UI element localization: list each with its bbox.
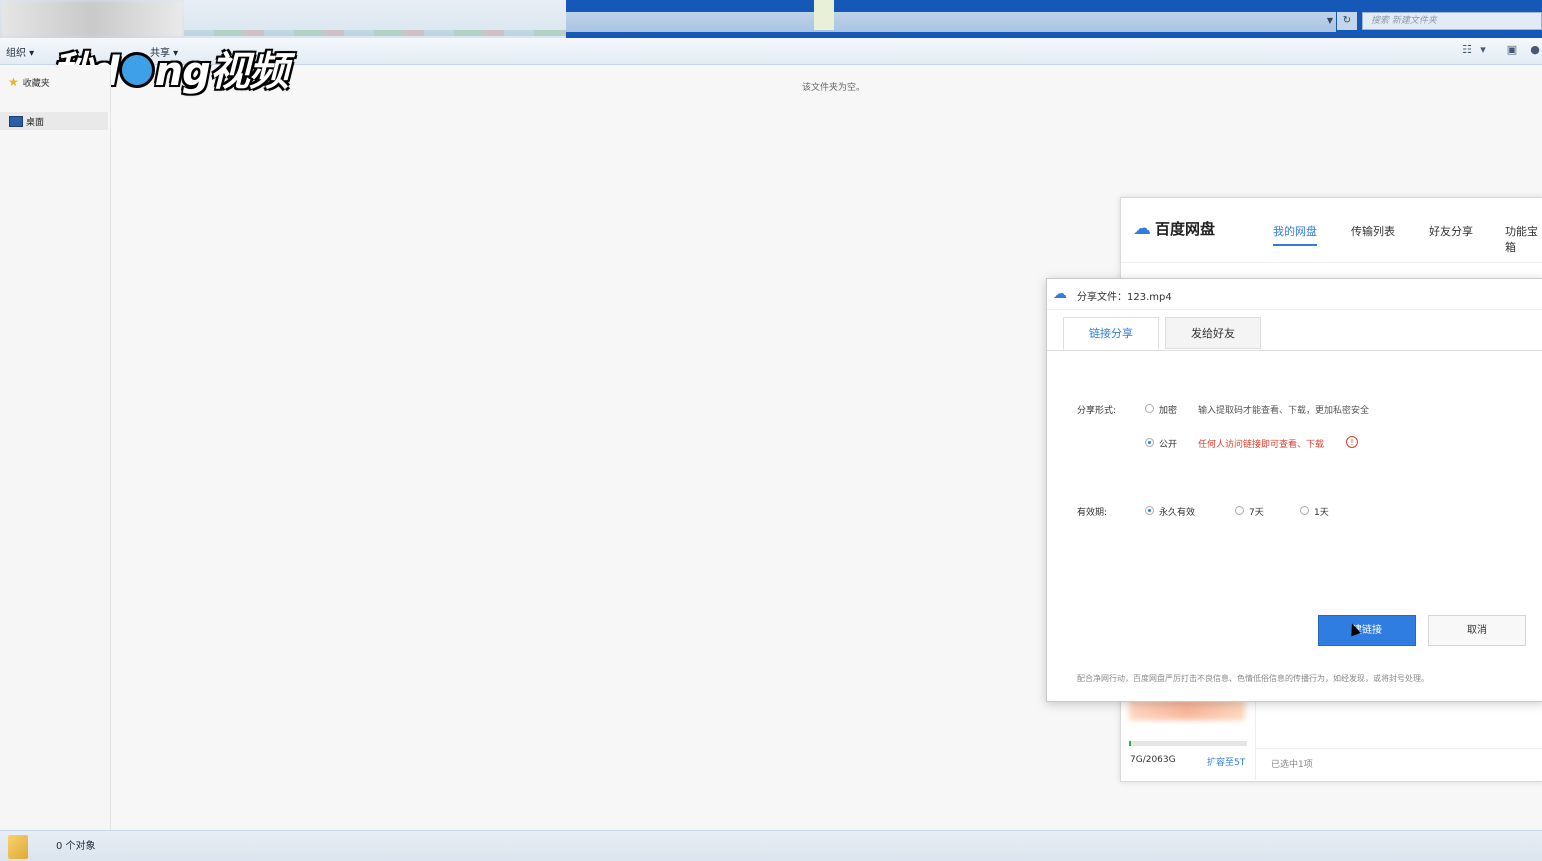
empty-folder-message: 该文件夹为空。 [802, 83, 866, 93]
radio-forever[interactable] [1145, 506, 1154, 515]
quota-progress-fill [1129, 741, 1131, 746]
option-public-desc: 任何人访问链接即可查看、下载 [1198, 440, 1325, 450]
validity-1day-label: 1天 [1314, 508, 1329, 518]
radio-public[interactable] [1145, 438, 1154, 447]
help-icon[interactable]: ● [1528, 43, 1542, 57]
star-icon: ★ [8, 75, 19, 89]
baidu-brand: ☁ 百度网盘 [1133, 218, 1215, 239]
favorites-label: 收藏夹 [22, 79, 50, 89]
view-options-icon[interactable]: ☷ [1460, 43, 1474, 57]
option-public-label: 公开 [1159, 440, 1178, 450]
address-handle [814, 0, 834, 30]
share-tabs: 链接分享 发给好友 [1047, 317, 1542, 351]
nav-friend-share[interactable]: 好友分享 [1429, 223, 1473, 239]
footer-divider [1256, 748, 1542, 749]
address-bar-left [184, 0, 566, 38]
option-private-label: 加密 [1159, 406, 1178, 416]
address-field[interactable] [566, 12, 1336, 32]
share-type-label: 分享形式: [1077, 406, 1117, 416]
view-dropdown-icon[interactable]: ▾ [1476, 43, 1490, 57]
baidu-cloud-icon: ☁ [1133, 218, 1151, 239]
tab-link-share[interactable]: 链接分享 [1063, 317, 1159, 350]
option-private-desc: 输入提取码才能查看、下载，更加私密安全 [1198, 406, 1370, 416]
object-count: 0 个对象 [56, 841, 96, 852]
radio-private[interactable] [1145, 404, 1154, 413]
baidu-cloud-icon: ☁ [1053, 286, 1067, 302]
tab-send-friend[interactable]: 发给好友 [1165, 317, 1261, 349]
sidebar-item-desktop[interactable]: 桌面 [0, 112, 108, 130]
desktop-label: 桌面 [26, 118, 45, 128]
policy-notice: 配合净网行动，百度网盘严厉打击不良信息、色情低俗信息的传播行为，如经发现，或将封… [1077, 674, 1429, 683]
selection-count: 已选中1项 [1271, 760, 1313, 770]
navigation-pane: ★ 收藏夹 桌面 [0, 65, 111, 830]
validity-forever-label: 永久有效 [1159, 508, 1196, 518]
validity-7days-label: 7天 [1249, 508, 1264, 518]
quota-text: 7G/2063G [1130, 755, 1176, 765]
cancel-button[interactable]: 取消 [1428, 615, 1526, 646]
radio-1day[interactable] [1300, 506, 1309, 515]
search-input[interactable]: 搜索 新建文件夹 [1362, 12, 1542, 30]
warning-icon[interactable]: ! [1346, 436, 1358, 448]
watermark-text-right: ng视频 [154, 49, 289, 95]
status-bar: 0 个对象 [0, 830, 1542, 861]
sidebar-item-favorites[interactable]: ★ 收藏夹 [8, 75, 50, 89]
validity-label: 有效期: [1077, 508, 1108, 518]
window-titlebar: ▼ ↻ 搜索 新建文件夹 [0, 0, 1542, 38]
radio-7days[interactable] [1235, 506, 1244, 515]
share-dialog: ☁ 分享文件：123.mp4 链接分享 发给好友 分享形式: 加密 输入提取码才… [1046, 278, 1542, 702]
preview-pane-icon[interactable]: ▣ [1505, 43, 1519, 57]
organize-menu[interactable]: 组织 ▾ [6, 44, 34, 59]
desktop-icon [9, 116, 23, 127]
nav-my-disk[interactable]: 我的网盘 [1273, 223, 1317, 246]
blurred-thumbnail [0, 0, 184, 38]
brand-label: 百度网盘 [1155, 220, 1216, 238]
address-dropdown-icon[interactable]: ▼ [1323, 12, 1337, 30]
nav-toolbox[interactable]: 功能宝箱 [1505, 223, 1542, 255]
dialog-header: ☁ 分享文件：123.mp4 [1047, 279, 1542, 310]
quota-progress [1129, 741, 1247, 746]
address-stripe [184, 30, 566, 36]
play-icon [118, 52, 155, 88]
folder-icon [8, 835, 28, 859]
nav-transfer-list[interactable]: 传输列表 [1351, 223, 1395, 239]
create-link-button[interactable]: 建链接 [1318, 615, 1416, 646]
dialog-title: 分享文件：123.mp4 [1077, 292, 1172, 303]
expand-link[interactable]: 扩容至5T [1207, 755, 1245, 768]
refresh-icon[interactable]: ↻ [1337, 12, 1357, 30]
